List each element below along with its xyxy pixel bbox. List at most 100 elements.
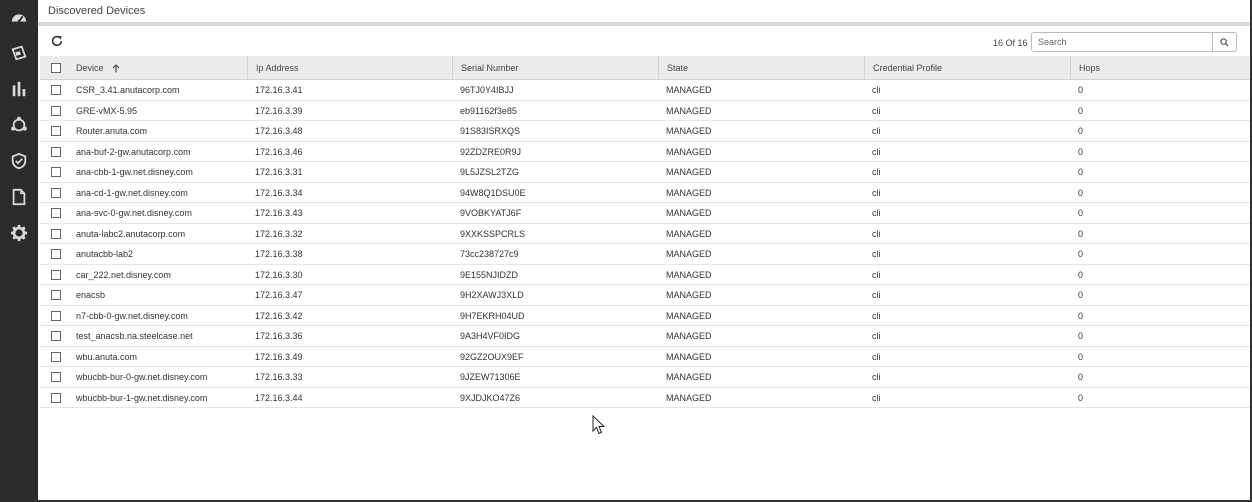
cell-device: Router.anuta.com [76,126,148,136]
nav-reports[interactable] [0,71,38,107]
cell-state: MANAGED [666,126,712,136]
table-row[interactable]: enacsb 172.16.3.47 9H2XAWJ3XLD MANAGED cli 0 [40,285,1250,306]
column-header-state[interactable]: State [658,56,864,80]
nav-dashboard[interactable] [0,0,38,36]
table-row[interactable]: wbu.anuta.com 172.16.3.49 92GZ2OUX9EF MANAG… [40,347,1250,367]
table-row[interactable]: car_222.net.disney.com 172.16.3.30 9E155NJ… [40,265,1250,285]
row-checkbox[interactable] [51,126,61,136]
cell-device: test_anacsb.na.steelcase.net [76,331,193,341]
devices-icon [11,45,27,61]
cell-hops: 0 [1078,105,1084,116]
refresh-icon[interactable] [50,34,64,48]
nav-compliance[interactable] [0,143,38,179]
table-row[interactable]: anuta-labc2.anutacorp.com 172.16.3.32 9XXK… [40,224,1250,244]
nav-settings[interactable] [0,215,38,251]
row-checkbox[interactable] [51,167,61,177]
row-checkbox[interactable] [51,372,61,382]
cell-hops: 0 [1078,228,1084,239]
cell-state: MANAGED [666,187,712,198]
table-row[interactable]: wbucbb-bur-0-gw.net.disney.com 172.16.3.3… [40,367,1250,388]
nav-documents[interactable] [0,179,38,215]
row-checkbox[interactable] [51,187,61,198]
cell-state: MANAGED [666,146,712,157]
row-checkbox[interactable] [51,105,61,116]
table-row[interactable]: anutacbb-lab2 172.16.3.38 73cc238727c9 MANA… [40,244,1250,265]
cell-serial-number: 9XJDJKO47Z6 [460,392,521,403]
cell-credential-profile: cli [872,269,881,280]
row-checkbox[interactable] [51,269,61,280]
cell-hops: 0 [1078,85,1084,95]
select-all-checkbox[interactable] [51,63,61,73]
mouse-pointer-icon [592,415,606,435]
row-checkbox[interactable] [51,249,61,259]
table-row[interactable]: ana-cd-1-gw.net.disney.com 172.16.3.34 94W… [40,183,1250,203]
bar-chart-icon [12,81,26,97]
result-count: 16 Of 16 [993,38,1028,48]
cell-ip-address: 172.16.3.49 [255,351,303,362]
cell-ip-address: 172.16.3.32 [255,228,303,239]
column-header-serial-number[interactable]: Serial Number [452,56,658,80]
cell-serial-number: 9JZEW71306E [460,372,521,382]
search-box [1031,32,1237,52]
search-input[interactable] [1032,33,1212,51]
document-icon [12,188,26,206]
table-row[interactable]: test_anacsb.na.steelcase.net 172.16.3.36 9… [40,326,1250,347]
cell-ip-address: 172.16.3.46 [255,146,303,157]
row-checkbox[interactable] [51,85,61,95]
table-row[interactable]: ana-svc-0-gw.net.disney.com 172.16.3.43 9V… [40,203,1250,224]
cell-device: ana-buf-2-gw.anutacorp.com [76,146,191,157]
cell-serial-number: 73cc238727c9 [460,249,519,259]
table-row[interactable]: ana-buf-2-gw.anutacorp.com 172.16.3.46 92Z… [40,142,1250,162]
cell-ip-address: 172.16.3.31 [255,167,303,177]
cell-device: CSR_3.41.anutacorp.com [76,85,180,95]
cell-credential-profile: cli [872,228,881,239]
title-bar: Discovered Devices [38,0,1250,26]
row-checkbox[interactable] [51,290,61,300]
cell-state: MANAGED [666,290,712,300]
cell-device: ana-cbb-1-gw.net.disney.com [76,167,193,177]
cell-ip-address: 172.16.3.43 [255,208,303,218]
table-row[interactable]: ana-cbb-1-gw.net.disney.com 172.16.3.31 9L… [40,162,1250,183]
row-checkbox[interactable] [51,208,61,218]
table-row[interactable]: CSR_3.41.anutacorp.com 172.16.3.41 96TJ0Y4… [40,80,1250,101]
nav-devices[interactable] [0,35,38,71]
table-row[interactable]: GRE-vMX-5.95 172.16.3.39 eb91162f3e85 MANAG… [40,101,1250,121]
column-label: State [667,63,689,73]
row-checkbox[interactable] [51,310,61,321]
cell-serial-number: 9H7EKRH04UD [460,310,525,321]
column-header-hops[interactable]: Hops [1070,56,1250,80]
sort-ascending-icon [112,64,120,73]
row-checkbox[interactable] [51,228,61,239]
cell-credential-profile: cli [872,146,881,157]
cell-credential-profile: cli [872,372,881,382]
cell-ip-address: 172.16.3.36 [255,331,303,341]
cell-credential-profile: cli [872,105,881,116]
row-checkbox[interactable] [51,351,61,362]
cell-serial-number: 96TJ0Y4IBJJ [460,85,514,95]
cell-hops: 0 [1078,208,1084,218]
cell-credential-profile: cli [872,310,881,321]
row-checkbox[interactable] [51,331,61,341]
cell-credential-profile: cli [872,290,881,300]
row-checkbox[interactable] [51,146,61,157]
cell-hops: 0 [1078,392,1084,403]
cell-ip-address: 172.16.3.48 [255,126,303,136]
cell-serial-number: 9L5JZSL2TZG [460,167,520,177]
search-button[interactable] [1212,33,1236,51]
table-row[interactable]: Router.anuta.com 172.16.3.48 91S83ISRXQS MA… [40,121,1250,142]
row-checkbox[interactable] [51,392,61,403]
cell-state: MANAGED [666,351,712,362]
cell-ip-address: 172.16.3.41 [255,85,303,95]
cell-device: car_222.net.disney.com [76,269,171,280]
column-header-ip-address[interactable]: Ip Address [247,56,452,80]
nav-topology[interactable] [0,107,38,143]
table-row[interactable]: n7-cbb-0-gw.net.disney.com 172.16.3.42 9H7… [40,306,1250,326]
cell-credential-profile: cli [872,392,881,403]
column-header-device[interactable]: Device [68,56,247,80]
column-header-credential-profile[interactable]: Credential Profile [864,56,1070,80]
cell-state: MANAGED [666,249,712,259]
cell-credential-profile: cli [872,331,881,341]
devices-table: Device Ip Address Serial Number State Cr… [40,56,1250,408]
sidebar-nav [0,0,38,502]
table-row[interactable]: wbucbb-bur-1-gw.net.disney.com 172.16.3.4… [40,388,1250,408]
